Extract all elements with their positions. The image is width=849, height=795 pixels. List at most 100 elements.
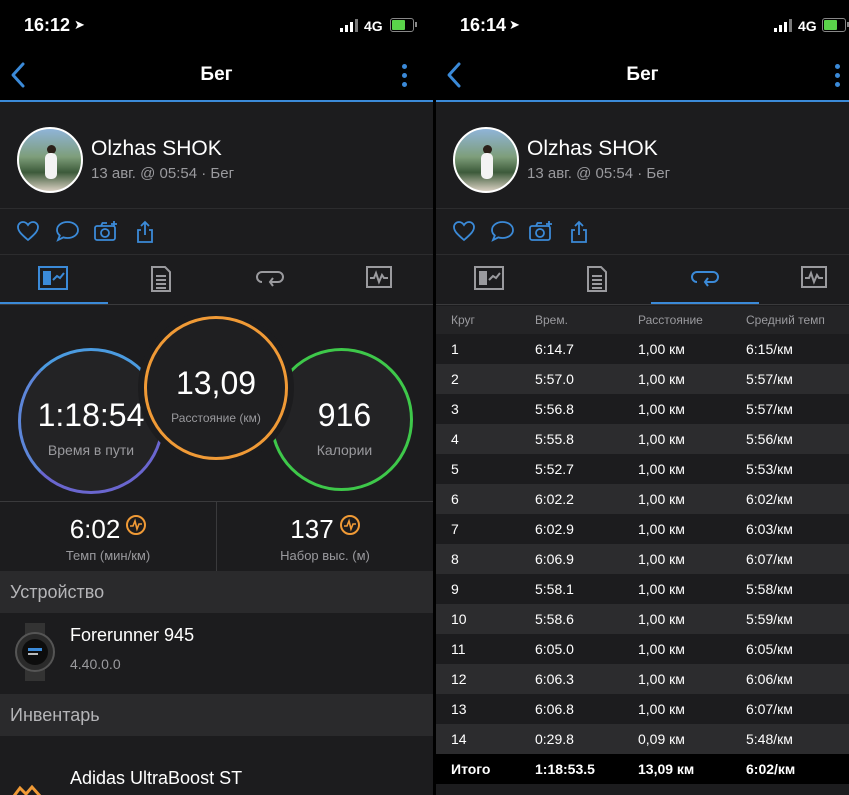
lap-distance: 1,00 км — [638, 431, 685, 447]
laps-total-row: Итого 1:18:53.5 13,09 км 6:02/км — [436, 754, 849, 784]
duration-circle: 1:18:54 Время в пути — [18, 348, 164, 494]
table-row[interactable]: 10 5:58.6 1,00 км 5:59/км — [436, 604, 849, 634]
charts-icon — [801, 266, 827, 288]
lap-distance: 1,00 км — [638, 611, 685, 627]
heart-icon[interactable] — [452, 220, 476, 242]
table-row[interactable]: 11 6:05.0 1,00 км 6:05/км — [436, 634, 849, 664]
lap-number: 5 — [451, 461, 459, 477]
lap-time: 5:58.6 — [535, 611, 574, 627]
duration-value: 1:18:54 — [37, 397, 145, 433]
table-row[interactable]: 1 6:14.7 1,00 км 6:15/км — [436, 334, 849, 364]
watch-icon — [15, 623, 55, 681]
tab-details[interactable] — [108, 254, 216, 304]
table-row[interactable]: 6 6:02.2 1,00 км 6:02/км — [436, 484, 849, 514]
table-row[interactable]: 2 5:57.0 1,00 км 5:57/км — [436, 364, 849, 394]
gear-name: Adidas UltraBoost ST — [70, 768, 243, 788]
table-row[interactable]: 13 6:06.8 1,00 км 6:07/км — [436, 694, 849, 724]
tab-bar — [436, 254, 849, 305]
lap-distance: 1,00 км — [638, 551, 685, 567]
tab-laps[interactable] — [651, 254, 759, 304]
table-row[interactable]: 8 6:06.9 1,00 км 6:07/км — [436, 544, 849, 574]
lap-pace: 6:05/км — [746, 641, 793, 657]
user-name[interactable]: Olzhas SHOK — [527, 137, 658, 161]
avatar[interactable] — [17, 127, 83, 193]
lap-number: 7 — [451, 521, 459, 537]
lap-distance: 1,00 км — [638, 491, 685, 507]
avatar[interactable] — [453, 127, 519, 193]
stats-row: 6:02 Темп (мин/км) 137 Набор выс. (м) — [0, 501, 433, 572]
header-avg-pace: Средний темп — [746, 313, 825, 327]
action-bar — [0, 209, 433, 255]
lap-number: 11 — [451, 641, 466, 657]
lap-time: 5:55.8 — [535, 431, 574, 447]
gear-item[interactable]: Adidas UltraBoost ST — [0, 736, 433, 795]
tab-overview[interactable] — [0, 254, 108, 304]
heart-icon[interactable] — [16, 220, 40, 242]
lap-pace: 6:15/км — [746, 341, 793, 357]
lap-number: 12 — [451, 671, 467, 687]
status-bar: 16:12 ➤ 4G — [0, 0, 433, 52]
location-arrow-icon: ➤ — [509, 17, 520, 32]
table-row[interactable]: 9 5:58.1 1,00 км 5:58/км — [436, 574, 849, 604]
table-row[interactable]: 3 5:56.8 1,00 км 5:57/км — [436, 394, 849, 424]
lap-pace: 5:59/км — [746, 611, 793, 627]
page-title: Бег — [200, 64, 233, 85]
lap-distance: 1,00 км — [638, 461, 685, 477]
signal-icon — [774, 18, 794, 32]
lap-pace: 6:02/км — [746, 491, 793, 507]
device-name: Forerunner 945 — [70, 625, 195, 645]
table-row[interactable]: 5 5:52.7 1,00 км 5:53/км — [436, 454, 849, 484]
lap-time: 1:18:53.5 — [535, 761, 595, 777]
lap-number: 6 — [451, 491, 459, 507]
user-name[interactable]: Olzhas SHOK — [91, 137, 222, 161]
details-icon — [151, 266, 171, 292]
distance-value: 13,09 — [175, 365, 257, 401]
profile-header: Olzhas SHOK 13 авг. @ 05:54 · Бег — [436, 102, 849, 209]
lap-number: Итого — [451, 761, 491, 777]
header-distance: Расстояние — [638, 313, 703, 327]
more-menu-icon[interactable] — [835, 64, 840, 91]
camera-icon[interactable] — [528, 220, 554, 242]
network-label: 4G — [798, 18, 817, 34]
comment-icon[interactable] — [55, 220, 80, 242]
elevation-chart-icon[interactable] — [339, 515, 360, 535]
comment-icon[interactable] — [490, 220, 515, 242]
lap-time: 0:29.8 — [535, 731, 574, 747]
tab-charts[interactable] — [759, 254, 849, 304]
table-row[interactable]: 12 6:06.3 1,00 км 6:06/км — [436, 664, 849, 694]
tab-details[interactable] — [544, 254, 652, 304]
lap-distance: 1,00 км — [638, 581, 685, 597]
lap-time: 5:57.0 — [535, 371, 574, 387]
network-label: 4G — [364, 18, 383, 34]
lap-distance: 1,00 км — [638, 521, 685, 537]
more-menu-icon[interactable] — [402, 64, 407, 91]
tab-laps[interactable] — [216, 254, 324, 304]
tab-charts[interactable] — [324, 254, 432, 304]
lap-pace: 5:56/км — [746, 431, 793, 447]
tab-bar — [0, 254, 433, 305]
lap-pace: 5:57/км — [746, 371, 793, 387]
table-row[interactable]: 4 5:55.8 1,00 км 5:56/км — [436, 424, 849, 454]
pace-stat: 6:02 Темп (мин/км) — [0, 502, 217, 571]
lap-distance: 1,00 км — [638, 371, 685, 387]
share-icon[interactable] — [135, 220, 155, 244]
lap-number: 4 — [451, 431, 459, 447]
table-row[interactable]: 14 0:29.8 0,09 км 5:48/км — [436, 724, 849, 754]
distance-label: Расстояние (км) — [171, 411, 261, 425]
lap-time: 6:06.8 — [535, 701, 574, 717]
share-icon[interactable] — [569, 220, 589, 244]
activity-meta: 13 авг. @ 05:54 · Бег — [527, 165, 671, 182]
lap-number: 2 — [451, 371, 459, 387]
camera-icon[interactable] — [93, 220, 119, 242]
device-item[interactable]: Forerunner 945 4.40.0.0 — [0, 613, 433, 693]
lap-distance: 1,00 км — [638, 701, 685, 717]
header-time: Врем. — [535, 313, 568, 327]
pace-chart-icon[interactable] — [126, 515, 147, 535]
laps-icon — [691, 271, 719, 287]
table-row[interactable]: 7 6:02.9 1,00 км 6:03/км — [436, 514, 849, 544]
charts-icon — [366, 266, 392, 288]
lap-number: 1 — [451, 341, 459, 357]
battery-icon — [822, 18, 849, 32]
tab-overview[interactable] — [436, 254, 544, 304]
lap-pace: 6:03/км — [746, 521, 793, 537]
